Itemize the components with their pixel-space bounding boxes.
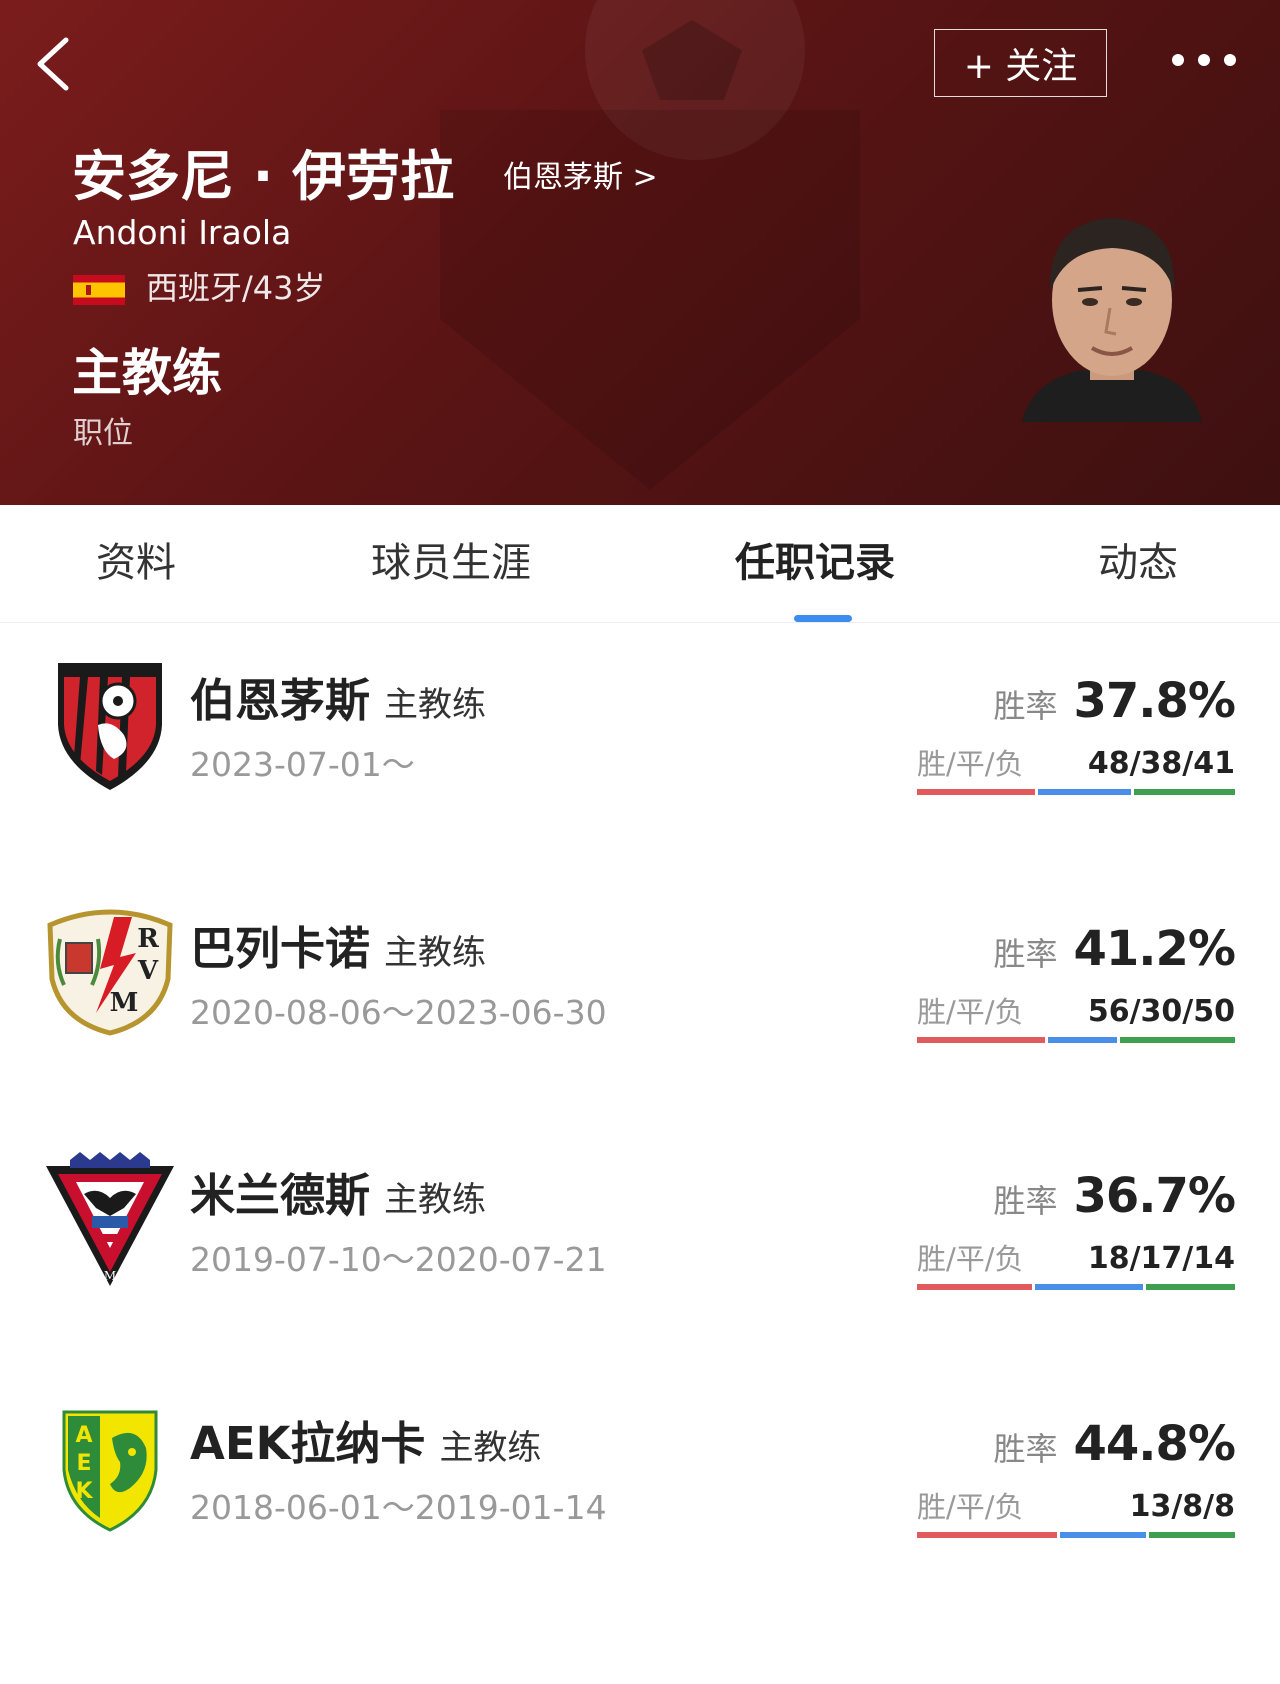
- tab-news[interactable]: 动态: [1098, 537, 1178, 589]
- draw-bar-segment: [1034, 1284, 1143, 1290]
- record-item[interactable]: A E K AEK拉纳卡 主教练 2018-06-01～2019-01-14 胜率…: [0, 1398, 1280, 1598]
- club-name: 米兰德斯 主教练: [190, 1169, 487, 1222]
- win-bar-segment: [917, 1284, 1032, 1290]
- wdl-bar: [917, 1284, 1235, 1290]
- svg-text:M: M: [110, 988, 139, 1018]
- svg-text:A: A: [75, 1423, 92, 1448]
- wdl-bar: [917, 1532, 1235, 1538]
- nationality-age: 西班牙/43岁: [146, 269, 326, 307]
- record-role: 主教练: [384, 1180, 487, 1220]
- draw-bar-segment: [1037, 789, 1132, 795]
- spain-flag-icon: [73, 275, 125, 305]
- more-dot-icon: [1172, 54, 1184, 66]
- record-item[interactable]: R V M 巴列卡诺 主教练 2020-08-06～2023-06-30 胜率 41…: [0, 903, 1280, 1103]
- current-team-link[interactable]: 伯恩茅斯 >: [503, 158, 658, 198]
- draw-bar-segment: [1048, 1037, 1118, 1043]
- more-dot-icon: [1224, 54, 1236, 66]
- coach-avatar: [1022, 218, 1202, 422]
- club-name: 巴列卡诺 主教练: [190, 922, 487, 975]
- win-rate: 胜率 41.2%: [993, 921, 1236, 977]
- club-name: AEK拉纳卡 主教练: [190, 1417, 542, 1470]
- tenure-dates: 2019-07-10～2020-07-21: [190, 1240, 607, 1279]
- tenure-dates: 2020-08-06～2023-06-30: [190, 993, 607, 1032]
- tab-player-career[interactable]: 球员生涯: [371, 537, 531, 589]
- coach-name-cn: 安多尼 · 伊劳拉: [72, 145, 455, 208]
- tenure-dates: 2018-06-01～2019-01-14: [190, 1488, 607, 1527]
- win-bar-segment: [917, 1037, 1046, 1043]
- draw-bar-segment: [1059, 1532, 1146, 1538]
- wdl-summary: 胜/平/负 18/17/14: [917, 1241, 1235, 1277]
- svg-text:K: K: [75, 1479, 93, 1504]
- position-label: 职位: [73, 416, 133, 451]
- tab-bar: 资料 球员生涯 任职记录 动态: [0, 505, 1280, 623]
- win-bar-segment: [917, 1532, 1057, 1538]
- record-role: 主教练: [384, 685, 487, 725]
- loss-bar-segment: [1145, 1284, 1235, 1290]
- record-item[interactable]: M 米兰德斯 主教练 2019-07-10～2020-07-21 胜率 36.7% …: [0, 1150, 1280, 1350]
- loss-bar-segment: [1120, 1037, 1235, 1043]
- svg-text:R: R: [137, 924, 159, 954]
- aek-larnaca-logo: A E K: [62, 1410, 158, 1532]
- more-options-button[interactable]: [1172, 40, 1236, 80]
- win-rate: 胜率 44.8%: [993, 1416, 1236, 1472]
- wdl-bar: [917, 1037, 1235, 1043]
- loss-bar-segment: [1148, 1532, 1235, 1538]
- wdl-summary: 胜/平/负 13/8/8: [917, 1489, 1235, 1525]
- record-role: 主教练: [384, 933, 487, 973]
- wdl-bar: [917, 789, 1235, 795]
- tab-coaching-record[interactable]: 任职记录: [735, 537, 895, 589]
- follow-button[interactable]: + 关注: [934, 29, 1107, 97]
- coach-name-en: Andoni Iraola: [73, 213, 292, 252]
- position-value: 主教练: [72, 344, 222, 402]
- win-rate: 胜率 36.7%: [993, 1168, 1236, 1224]
- svg-text:V: V: [137, 956, 159, 986]
- profile-header: + 关注 安多尼 · 伊劳拉 伯恩茅斯 > Andoni Iraola 西班牙/…: [0, 0, 1280, 505]
- active-tab-indicator: [794, 615, 852, 622]
- wdl-summary: 胜/平/负 56/30/50: [917, 994, 1235, 1030]
- bournemouth-logo: [58, 663, 162, 790]
- svg-text:M: M: [104, 1269, 116, 1283]
- tenure-dates: 2023-07-01～: [190, 745, 415, 784]
- rayo-vallecano-logo: R V M: [47, 909, 173, 1036]
- win-rate: 胜率 37.8%: [993, 673, 1236, 729]
- win-bar-segment: [917, 789, 1035, 795]
- mirandes-logo: M: [46, 1152, 174, 1286]
- loss-bar-segment: [1134, 789, 1235, 795]
- chevron-left-icon: [37, 37, 69, 91]
- tab-profile[interactable]: 资料: [96, 537, 176, 589]
- svg-text:E: E: [76, 1451, 91, 1476]
- record-role: 主教练: [439, 1428, 542, 1468]
- club-name: 伯恩茅斯 主教练: [190, 674, 487, 727]
- wdl-summary: 胜/平/负 48/38/41: [917, 746, 1235, 782]
- more-dot-icon: [1198, 54, 1210, 66]
- record-item[interactable]: 伯恩茅斯 主教练 2023-07-01～ 胜率 37.8% 胜/平/负 48/38/4…: [0, 655, 1280, 855]
- back-button[interactable]: [30, 32, 86, 96]
